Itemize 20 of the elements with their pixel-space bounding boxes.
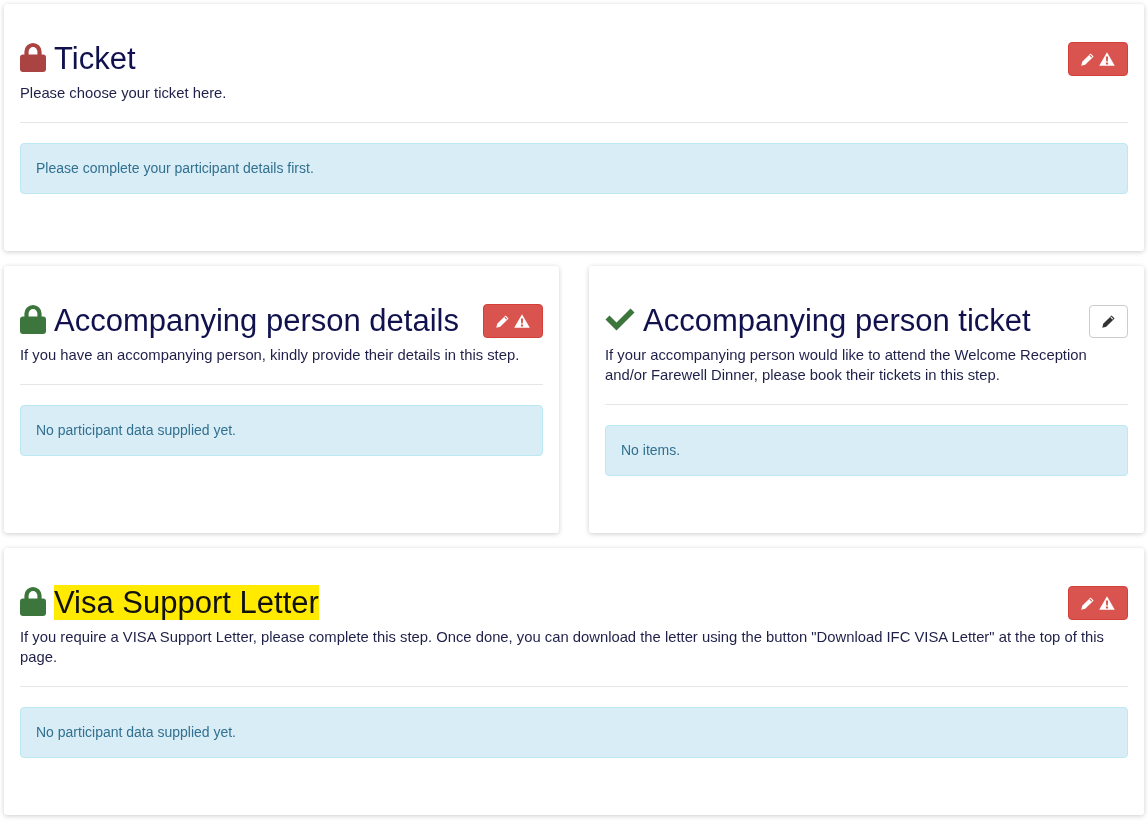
pencil-icon: [496, 314, 509, 328]
info-alert: Please complete your participant details first.: [20, 143, 1128, 194]
pencil-icon: [1081, 596, 1094, 610]
step-title: Accompanying person ticket: [643, 303, 1031, 338]
info-alert: No participant data supplied yet.: [20, 707, 1128, 758]
pencil-icon: [1102, 314, 1115, 328]
step-title: Accompanying person details: [54, 303, 459, 338]
info-alert: No items.: [605, 425, 1128, 476]
pencil-icon: [1081, 52, 1094, 66]
warning-icon: [514, 314, 530, 328]
warning-icon: [1099, 52, 1115, 66]
step-description: If you require a VISA Support Letter, please complete this step. Once done, you can download the letter using the button "Download IFC VISA Letter" at the top of this page.: [20, 628, 1105, 667]
step-description: If your accompanying person would like to attend the Welcome Reception and/or Farewell Dinner, please book their tickets in this step.: [605, 346, 1088, 385]
edit-button[interactable]: [1089, 304, 1128, 338]
step-description: If you have an accompanying person, kindly provide their details in this step.: [20, 346, 521, 365]
info-alert: No participant data supplied yet.: [20, 405, 543, 456]
step-title: Ticket: [54, 41, 136, 76]
step-title: Visa Support Letter: [54, 585, 319, 620]
warning-icon: [1099, 596, 1115, 610]
step-description: Please choose your ticket here.: [20, 84, 228, 103]
